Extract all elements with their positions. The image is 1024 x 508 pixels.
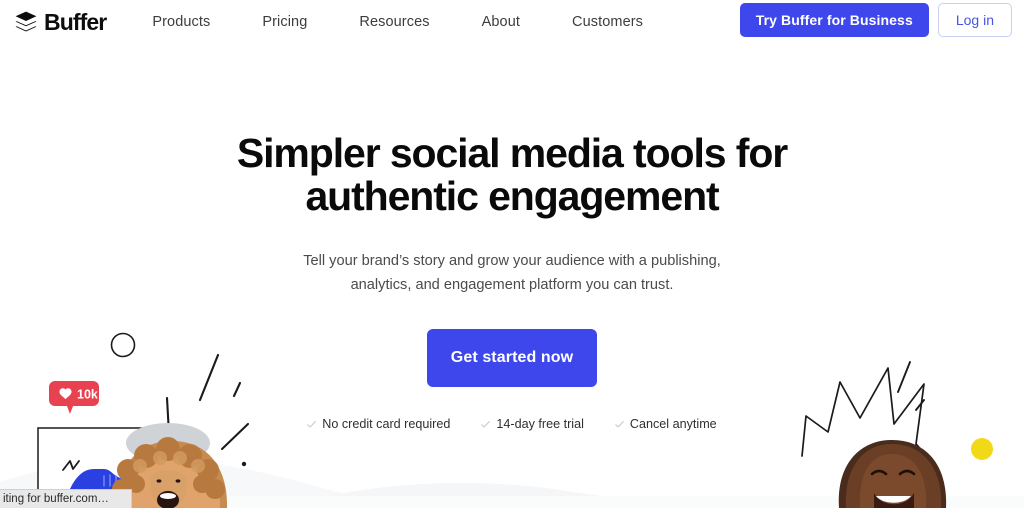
top-navigation-bar: Buffer Products Pricing Resources About … — [0, 0, 1024, 44]
headline-line-1: Simpler social media tools for — [236, 130, 788, 176]
check-icon — [481, 420, 491, 428]
subhead-line-2: analytics, and engagement platform you c… — [350, 276, 674, 293]
get-started-now-button[interactable]: Get started now — [427, 329, 597, 388]
hero-subheading: Tell your brand’s story and grow your au… — [277, 250, 747, 297]
check-icon — [307, 420, 317, 428]
brand-logo[interactable]: Buffer — [14, 8, 107, 35]
person-right-photo — [838, 440, 947, 508]
nav-link-about[interactable]: About — [482, 10, 520, 34]
browser-status-bar: iting for buffer.com… — [0, 489, 132, 508]
log-in-button[interactable]: Log in — [937, 3, 1012, 37]
headline-line-2: authentic engagement — [305, 173, 719, 220]
cta-container: Get started now — [0, 329, 1024, 388]
nav-link-customers[interactable]: Customers — [572, 10, 643, 34]
nav-link-pricing[interactable]: Pricing — [262, 10, 307, 34]
subhead-line-1: Tell your brand’s story and grow your au… — [303, 252, 721, 269]
buffer-landing-page: 10k Buffer Products Pricing Resources Ab… — [0, 0, 1024, 508]
trust-item-cancel-anytime: Cancel anytime — [615, 417, 717, 431]
trust-label: No credit card required — [322, 417, 451, 432]
nav-link-resources[interactable]: Resources — [359, 10, 429, 34]
small-dot-doodle — [241, 461, 247, 467]
yellow-dot-doodle — [971, 438, 993, 460]
nav-link-products[interactable]: Products — [152, 10, 210, 34]
trust-indicators: No credit card required 14-day free tria… — [0, 417, 1024, 431]
nav-links: Products Pricing Resources About Custome… — [152, 10, 643, 34]
stacked-layers-icon — [15, 11, 37, 32]
try-buffer-for-business-button[interactable]: Try Buffer for Business — [739, 3, 929, 37]
check-icon — [615, 420, 624, 428]
hero-section: Simpler social media tools for authentic… — [0, 0, 1024, 508]
background-soft-shapes — [0, 460, 1024, 508]
trust-label: 14-day free trial — [496, 417, 584, 432]
trust-item-free-trial: 14-day free trial — [481, 417, 584, 431]
trust-label: Cancel anytime — [629, 417, 717, 432]
trust-item-no-credit-card: No credit card required — [307, 417, 450, 431]
brand-name: Buffer — [44, 8, 107, 35]
page-title: Simpler social media tools for authentic… — [162, 130, 862, 220]
status-text: iting for buffer.com… — [3, 493, 109, 505]
nav-actions: Try Buffer for Business Log in — [739, 3, 1012, 37]
